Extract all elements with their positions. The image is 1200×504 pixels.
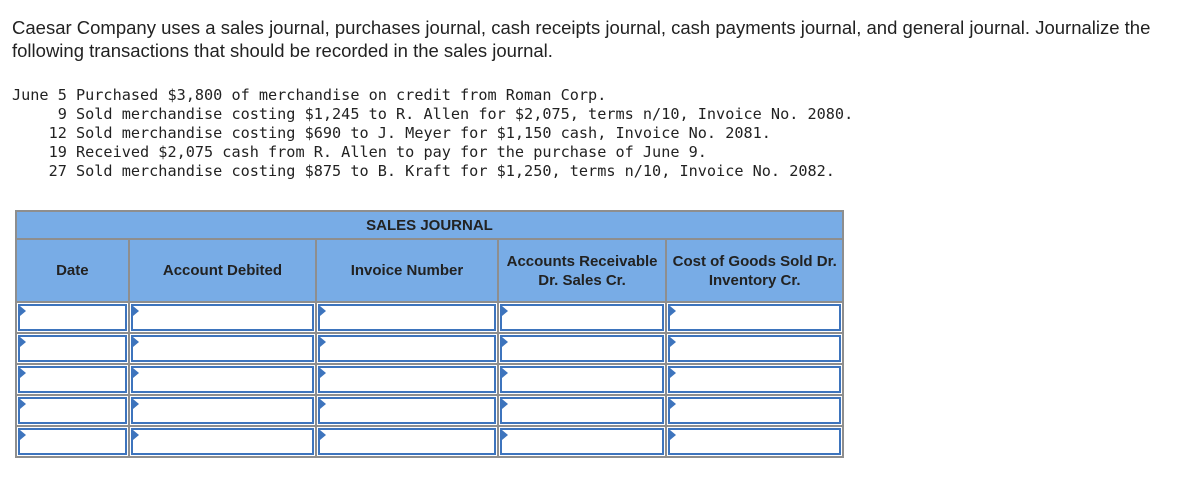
input-cell: [130, 335, 317, 362]
input-cell: [130, 366, 317, 393]
table-cell: [127, 332, 318, 365]
table-cell: [496, 425, 668, 458]
sales-journal-table: SALES JOURNAL Date Account Debited Invoi…: [15, 210, 844, 458]
input-cell: [668, 428, 843, 455]
table-cell: [665, 332, 844, 365]
invoice-number-input[interactable]: [320, 306, 498, 331]
input-cell: [130, 304, 317, 331]
table-cell: [315, 425, 499, 458]
table-cell: [127, 394, 318, 427]
invoice-number-input[interactable]: [320, 399, 498, 424]
input-cell: [130, 428, 317, 455]
table-cell: [665, 425, 844, 458]
transaction-list: June 5 Purchased $3,800 of merchandise o…: [12, 86, 853, 181]
input-cell: [499, 335, 667, 362]
transaction: 27 Sold merchandise costing $875 to B. K…: [12, 162, 835, 180]
input-cell: [18, 335, 129, 362]
table-row: [15, 425, 844, 458]
table-cell: [665, 363, 844, 396]
table-cell: [15, 363, 130, 396]
table-cell: [496, 363, 668, 396]
input-cell: [318, 335, 498, 362]
invoice-number-input[interactable]: [320, 430, 498, 455]
date-input[interactable]: [20, 430, 129, 455]
table-row: [15, 394, 844, 427]
input-cell: [499, 366, 667, 393]
table-cell: [496, 394, 668, 427]
cost-of-goods-sold-input[interactable]: [670, 368, 843, 393]
transaction: June 5 Purchased $3,800 of merchandise o…: [12, 86, 607, 104]
invoice-number-input[interactable]: [320, 368, 498, 393]
date-input[interactable]: [20, 399, 129, 424]
date-input[interactable]: [20, 368, 129, 393]
input-cell: [499, 428, 667, 455]
table-cell: [15, 301, 130, 334]
accounts-receivable-input[interactable]: [501, 306, 667, 331]
table-cell: [315, 332, 499, 365]
table-cell: [127, 363, 318, 396]
cost-of-goods-sold-input[interactable]: [670, 337, 843, 362]
cost-of-goods-sold-input[interactable]: [670, 306, 843, 331]
input-cell: [668, 366, 843, 393]
input-cell: [318, 304, 498, 331]
transaction: 19 Received $2,075 cash from R. Allen to…: [12, 143, 707, 161]
accounts-receivable-input[interactable]: [501, 368, 667, 393]
input-cell: [668, 335, 843, 362]
table-cell: [15, 394, 130, 427]
column-header-cost-of-goods-sold: Cost of Goods Sold Dr. Inventory Cr.: [665, 238, 844, 303]
input-cell: [318, 397, 498, 424]
account-debited-input[interactable]: [132, 368, 317, 393]
cost-of-goods-sold-input[interactable]: [670, 430, 843, 455]
table-row: [15, 363, 844, 396]
column-header-invoice-number: Invoice Number: [315, 238, 499, 303]
table-cell: [665, 301, 844, 334]
input-cell: [18, 304, 129, 331]
input-cell: [18, 366, 129, 393]
table-cell: [665, 394, 844, 427]
input-cell: [499, 304, 667, 331]
accounts-receivable-input[interactable]: [501, 399, 667, 424]
account-debited-input[interactable]: [132, 399, 317, 424]
transaction: 12 Sold merchandise costing $690 to J. M…: [12, 124, 771, 142]
table-cell: [496, 301, 668, 334]
transaction: 9 Sold merchandise costing $1,245 to R. …: [12, 105, 854, 123]
account-debited-input[interactable]: [132, 306, 317, 331]
table-cell: [15, 332, 130, 365]
date-input[interactable]: [20, 337, 129, 362]
table-cell: [315, 301, 499, 334]
input-cell: [18, 428, 129, 455]
accounts-receivable-input[interactable]: [501, 337, 667, 362]
table-cell: [127, 425, 318, 458]
journal-title: SALES JOURNAL: [15, 210, 844, 240]
question-intro: Caesar Company uses a sales journal, pur…: [12, 17, 1151, 61]
input-cell: [318, 366, 498, 393]
table-row: [15, 332, 844, 365]
table-cell: [315, 394, 499, 427]
accounts-receivable-input[interactable]: [501, 430, 667, 455]
table-cell: [496, 332, 668, 365]
account-debited-input[interactable]: [132, 430, 317, 455]
date-input[interactable]: [20, 306, 129, 331]
table-cell: [315, 363, 499, 396]
table-row: [15, 301, 844, 334]
cost-of-goods-sold-input[interactable]: [670, 399, 843, 424]
invoice-number-input[interactable]: [320, 337, 498, 362]
column-header-account-debited: Account Debited: [127, 238, 318, 303]
input-cell: [130, 397, 317, 424]
column-header-accounts-receivable: Accounts Receivable Dr. Sales Cr.: [496, 238, 668, 303]
table-cell: [127, 301, 318, 334]
column-header-date: Date: [15, 238, 130, 303]
account-debited-input[interactable]: [132, 337, 317, 362]
input-cell: [668, 304, 843, 331]
input-cell: [18, 397, 129, 424]
input-cell: [318, 428, 498, 455]
table-cell: [15, 425, 130, 458]
input-cell: [499, 397, 667, 424]
input-cell: [668, 397, 843, 424]
